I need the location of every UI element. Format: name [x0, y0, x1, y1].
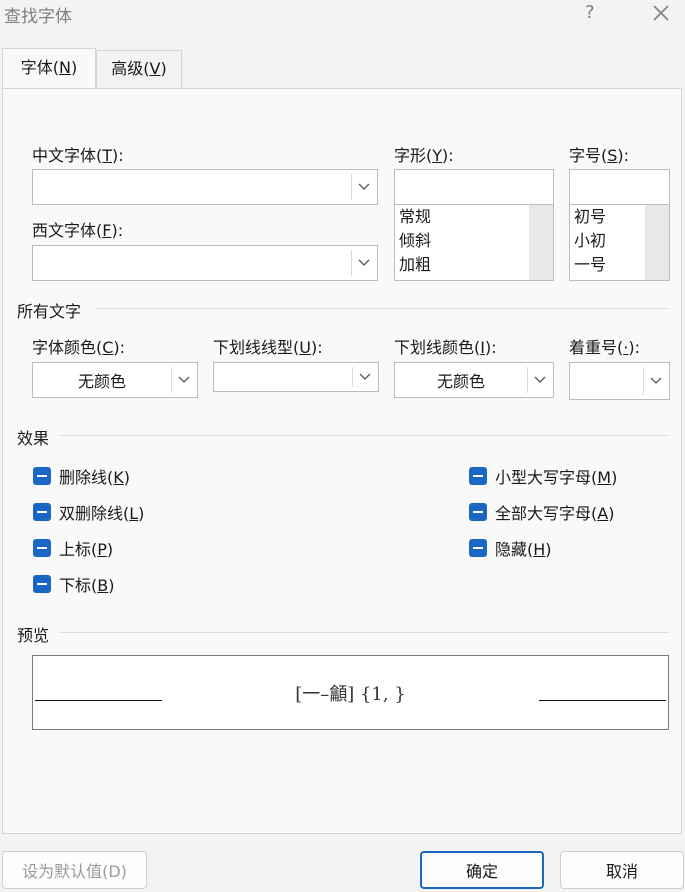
size-label: 字号(S):	[569, 146, 630, 165]
checkbox-indeterminate-icon[interactable]	[469, 503, 487, 521]
underline-style-label: 下划线线型(U):	[213, 338, 323, 357]
chinese-font-combo[interactable]	[32, 169, 378, 205]
checkbox-indeterminate-icon[interactable]	[469, 467, 487, 485]
chevron-down-icon[interactable]	[527, 363, 553, 397]
tab-advanced[interactable]: 高级(V)	[96, 50, 182, 88]
style-listbox[interactable]: 常规 倾斜 加粗	[394, 204, 554, 281]
superscript-checkbox[interactable]: 上标(P)	[33, 536, 113, 560]
subscript-checkbox[interactable]: 下标(B)	[33, 572, 114, 596]
underline-style-combo[interactable]	[213, 362, 379, 392]
hidden-checkbox[interactable]: 隐藏(H)	[469, 536, 552, 560]
chevron-down-icon[interactable]	[351, 170, 377, 204]
chevron-down-icon[interactable]	[643, 363, 669, 399]
underline-color-combo[interactable]: 无颜色	[394, 362, 554, 398]
preview-heading: 预览	[17, 626, 50, 645]
checkbox-indeterminate-icon[interactable]	[33, 539, 51, 557]
cancel-button[interactable]: 取消	[560, 851, 684, 889]
chinese-font-value	[33, 170, 351, 204]
checkbox-indeterminate-icon[interactable]	[469, 539, 487, 557]
all-caps-checkbox[interactable]: 全部大写字母(A)	[469, 500, 614, 524]
double-strikethrough-checkbox[interactable]: 双删除线(L)	[33, 500, 144, 524]
font-color-combo[interactable]: 无颜色	[32, 362, 198, 398]
western-font-value	[33, 246, 351, 280]
chevron-down-icon[interactable]	[352, 363, 378, 391]
set-default-button[interactable]: 设为默认值(D)	[2, 851, 147, 889]
chinese-font-label: 中文字体(T):	[32, 146, 124, 165]
small-caps-checkbox[interactable]: 小型大写字母(M)	[469, 464, 617, 488]
help-button[interactable]: ?	[585, 2, 595, 23]
section-divider	[95, 308, 669, 309]
underline-color-value: 无颜色	[436, 372, 485, 391]
underline-color-label: 下划线颜色(I):	[394, 338, 497, 357]
all-text-heading: 所有文字	[17, 302, 82, 321]
window-title: 查找字体	[4, 7, 72, 27]
effects-heading: 效果	[17, 429, 50, 448]
size-listbox[interactable]: 初号 小初 一号	[569, 204, 670, 281]
underline-style-value	[214, 363, 352, 391]
tab-font[interactable]: 字体(N)	[2, 48, 96, 90]
emphasis-mark-label: 着重号(·):	[569, 338, 640, 357]
ok-button[interactable]: 确定	[420, 851, 544, 889]
font-color-label: 字体颜色(C):	[32, 338, 126, 357]
checkbox-indeterminate-icon[interactable]	[33, 467, 51, 485]
close-icon	[653, 5, 669, 21]
chevron-down-icon[interactable]	[171, 363, 197, 397]
strikethrough-checkbox[interactable]: 删除线(K)	[33, 464, 130, 488]
style-label: 字形(Y):	[394, 146, 454, 165]
emphasis-mark-value	[570, 363, 643, 399]
font-color-value: 无颜色	[77, 372, 126, 391]
preview-sample-text: [一–龥] {1, }	[295, 684, 406, 705]
preview-box: [一–龥] {1, }	[32, 655, 669, 730]
scrollbar[interactable]	[529, 205, 553, 280]
western-font-combo[interactable]	[32, 245, 378, 281]
style-input[interactable]	[394, 169, 554, 205]
size-input[interactable]	[569, 169, 670, 205]
emphasis-mark-combo[interactable]	[569, 362, 670, 400]
checkbox-indeterminate-icon[interactable]	[33, 575, 51, 593]
close-button[interactable]	[648, 0, 674, 26]
checkbox-indeterminate-icon[interactable]	[33, 503, 51, 521]
scrollbar[interactable]	[645, 205, 669, 280]
section-divider	[60, 632, 669, 633]
section-divider	[60, 435, 669, 436]
western-font-label: 西文字体(F):	[32, 221, 124, 240]
chevron-down-icon[interactable]	[351, 246, 377, 280]
